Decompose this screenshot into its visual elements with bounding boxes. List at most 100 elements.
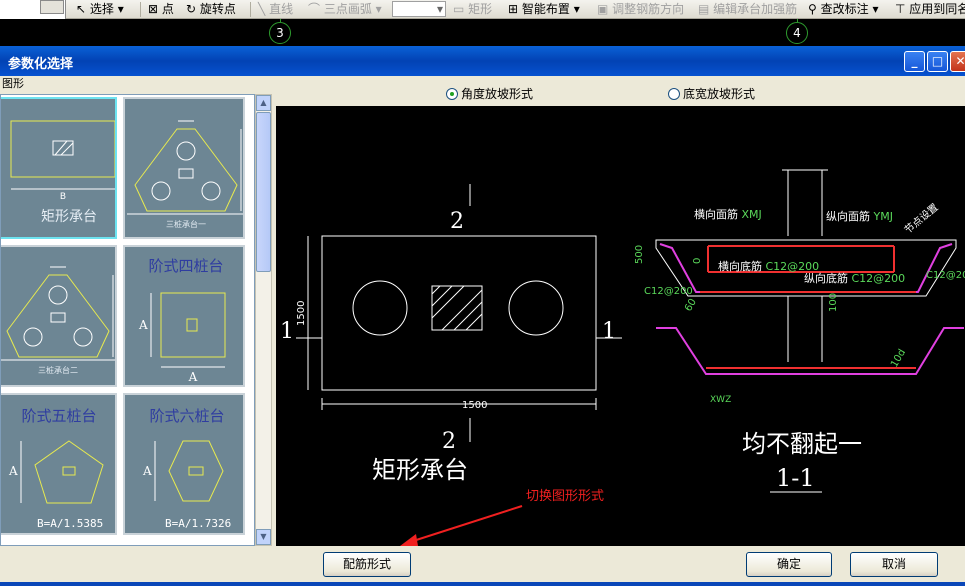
rebar-bot-x-label: 横向底筋 [718,259,762,273]
rect-tool[interactable]: ▭ 矩形 [453,1,492,18]
scroll-up-button[interactable]: ▲ [256,95,271,111]
rebar-form-button[interactable]: 配筋形式 [323,552,411,577]
toolbar-dropdown[interactable]: ▾ [392,1,446,17]
radio-unchecked-icon [668,88,680,100]
svg-text:横向底筋 C12@200: 横向底筋 C12@200 [718,259,819,273]
thumb-label: 三桩承台二 [38,365,78,375]
thumb-three-pile-cap-2[interactable]: 三桩承台二 [1,245,117,387]
minimize-button[interactable]: _ [904,51,925,72]
scroll-thumb[interactable] [256,112,271,272]
point-tool[interactable]: ⊠ 点 [148,1,174,18]
minimize-icon: _ [911,54,918,68]
thumb-rect-pile-cap[interactable]: B 矩形承台 [1,97,117,239]
toolbar-left-button[interactable] [40,0,64,14]
width-dimension: 1500 [462,400,487,411]
shape-preview-canvas: 2 1 1 1500 1500 2 矩形承台 横向面筋 XMJ 纵向面筋 YMJ… [276,106,965,546]
maximize-button[interactable]: □ [927,51,948,72]
rebar-top-x-label: 横向面筋 [694,207,738,221]
thumb-dim-a: A [8,464,18,478]
radio-angle-slope[interactable]: 角度放坡形式 [446,85,533,102]
toolbar-separator [250,2,251,17]
layout-icon: ⊞ [508,2,519,16]
three-pile-cap-diagram: 三桩承台二 [1,266,115,375]
radio-width-slope[interactable]: 底宽放坡形式 [668,85,755,102]
scroll-down-button[interactable]: ▼ [256,529,271,545]
svg-text:纵向面筋 YMJ: 纵向面筋 YMJ [826,209,893,223]
thumb-label: 三桩承台一 [166,219,206,229]
dialog-titlebar[interactable]: 参数化选择 _ □ ✕ [0,46,965,76]
six-pile-cap-diagram: 阶式六桩台 A B=A/1.7326 [142,407,231,530]
pin-icon: ⊤ [895,2,906,16]
axis-line [280,19,281,22]
section-mark-right: 1 [602,319,616,344]
plan-title: 矩形承台 [372,456,468,484]
chevron-down-icon: ▾ [436,2,443,16]
line-icon: ╲ [258,2,266,16]
section-mark-left: 1 [280,319,294,344]
apply-same-name-tool[interactable]: ⊤ 应用到同名 [895,1,965,18]
rebar-bot-y-tag: C12@200 [852,272,906,285]
close-button[interactable]: ✕ [950,51,965,72]
radio-checked-icon [446,88,458,100]
section-name: 1-1 [776,464,815,492]
thumb-dim-a: A [142,464,152,478]
line-tool[interactable]: ╲ 直线 [258,1,293,18]
thumb-stepped-four-pile[interactable]: 阶式四桩台 A A [123,245,245,387]
cancel-button[interactable]: 取消 [850,552,938,577]
cover-dimension: 100 [828,293,839,312]
point-icon: ⊠ [148,2,159,16]
thumb-stepped-six-pile[interactable]: 阶式六桩台 A B=A/1.7326 [123,393,245,535]
arc-tool[interactable]: ⌒ 三点画弧 ▾ [308,1,382,18]
thumbnail-scrollbar[interactable]: ▲ ▼ [255,94,272,546]
cursor-icon: ↖ [76,2,87,16]
section-title: 均不翻起一 [742,430,862,458]
thumb-formula: B=A/1.7326 [165,517,231,530]
rect-cap-diagram: B 矩形承台 [10,120,115,225]
thumb-dim-b: B [60,192,66,202]
smart-layout-tool[interactable]: ⊞ 智能布置 ▾ [508,1,580,18]
taskbar-edge [0,582,965,586]
thumb-formula: B=A/1.5385 [37,517,103,530]
thumb-label: 矩形承台 [41,209,97,225]
select-tool[interactable]: ↖ 选择 ▾ [76,1,124,18]
shape-thumbnail-list[interactable]: B 矩形承台 三桩承台一 三桩承台二 阶式四桩台 A A 阶式五桩台 A B=A… [0,94,255,546]
arrow-up-icon: ▲ [260,98,267,107]
param-select-dialog: 图形 B 矩形承台 三桩承台一 三桩承台二 阶式四桩台 A A 阶式五桩台 A … [0,76,965,586]
thumb-dim-b: A [188,370,198,384]
thumb-stepped-five-pile[interactable]: 阶式五桩台 A B=A/1.5385 [1,393,117,535]
close-icon: ✕ [955,54,965,68]
main-toolbar: ↖ 选择 ▾ ⊠ 点 ↻ 旋转点 ╲ 直线 ⌒ 三点画弧 ▾ ▾ ▭ 矩形 ⊞ … [0,0,965,19]
slope-dimension: 60 [683,297,699,314]
adjust-rebar-dir-tool[interactable]: ▣ 调整钢筋方向 [597,1,684,18]
four-pile-cap-diagram: 阶式四桩台 A A [138,257,226,384]
dialog-button-bar: 配筋形式 确定 取消 [0,546,965,586]
axis-line [797,19,798,22]
thumb-label: 阶式四桩台 [148,257,223,275]
check-label-tool[interactable]: ⚲ 查改标注 ▾ [808,1,878,18]
rotate-point-tool[interactable]: ↻ 旋转点 [186,1,236,18]
ok-button[interactable]: 确定 [746,552,832,577]
rebar-top-y-tag: YMJ [873,210,893,223]
zero-dimension: 0 [692,258,703,264]
svg-text:横向面筋 XMJ: 横向面筋 XMJ [694,207,762,221]
slope-form-options: 角度放坡形式 底宽放坡形式 [276,76,965,106]
rotate-icon: ↻ [186,2,197,16]
edit-rebar-tool[interactable]: ▤ 编辑承台加强筋 [698,1,797,18]
section-mark-top: 2 [450,209,464,234]
axis-marker: 4 [786,22,808,44]
svg-text:纵向底筋 C12@200: 纵向底筋 C12@200 [804,271,905,285]
thumb-three-pile-cap-1[interactable]: 三桩承台一 [123,97,245,239]
toolbar-separator [140,2,141,17]
thumb-dim-a: A [138,318,148,332]
arrow-down-icon: ▼ [260,532,267,541]
toolbar-left-field[interactable] [0,0,66,19]
maximize-icon: □ [931,54,944,68]
rebar-icon: ▣ [597,2,609,16]
side-rebar-label: 节点设置 [902,201,940,236]
right-rebar-tag: C12@200 [926,270,965,281]
annotation-text: 切换图形形式 [526,489,604,504]
edit-icon: ▤ [698,2,710,16]
rebar-top-y-label: 纵向面筋 [826,209,870,223]
rebar-top-x-tag: XMJ [742,208,762,221]
three-pile-cap-diagram: 三桩承台一 [127,120,243,229]
